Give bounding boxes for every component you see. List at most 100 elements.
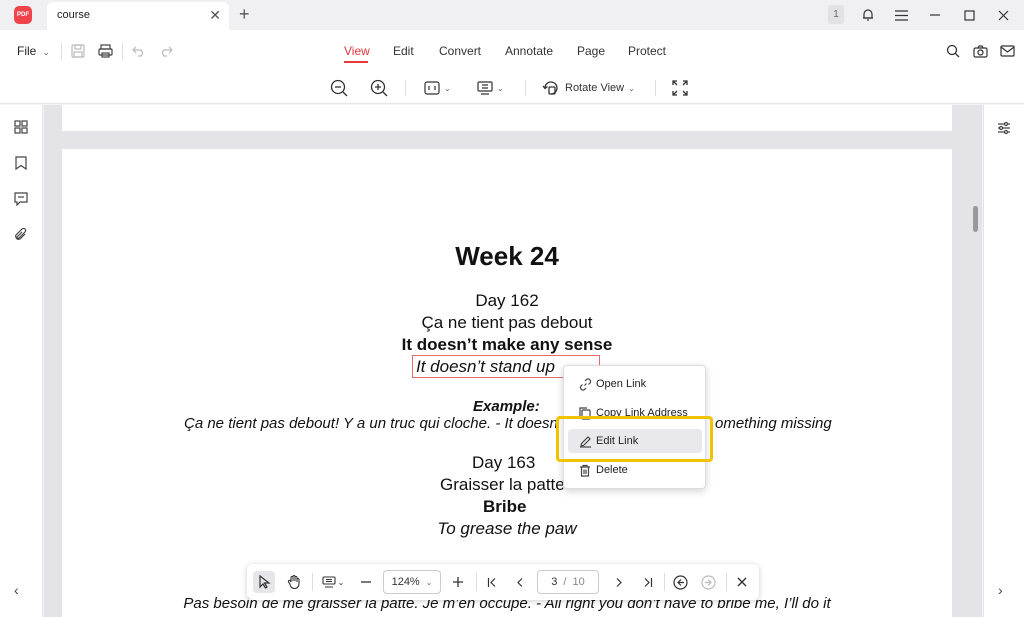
zoom-out-button[interactable]	[355, 571, 377, 593]
rotate-view-dropdown[interactable]: Rotate View ⌄	[542, 77, 635, 99]
next-page-icon[interactable]	[607, 571, 629, 593]
rotate-view-label: Rotate View	[565, 82, 625, 94]
first-page-icon[interactable]	[481, 571, 503, 593]
page-separator: /	[563, 576, 567, 588]
french-phrase: Graisser la patte	[440, 475, 565, 494]
divider	[726, 573, 727, 591]
open-link-menu-item[interactable]: Open Link	[568, 372, 702, 396]
tab-page[interactable]: Page	[577, 44, 605, 58]
fullscreen-icon[interactable]	[671, 77, 689, 99]
chevron-down-icon: ⌄	[444, 83, 451, 93]
tab-title: course	[57, 9, 91, 21]
phrase-meaning: Bribe	[483, 497, 527, 516]
bookmark-icon[interactable]	[12, 154, 30, 172]
print-icon[interactable]	[95, 41, 115, 61]
right-sidebar: ›	[983, 105, 1024, 617]
new-tab-button[interactable]: +	[239, 4, 250, 24]
redo-icon[interactable]	[156, 41, 176, 61]
maximize-icon[interactable]	[959, 5, 979, 25]
app-logo-icon: PDF	[14, 6, 32, 24]
previous-page	[62, 105, 952, 131]
delete-label: Delete	[596, 464, 628, 476]
attachment-icon[interactable]	[12, 226, 30, 244]
chevron-down-icon: ⌄	[497, 83, 504, 93]
file-menu-label: File	[17, 44, 37, 58]
link-icon	[578, 377, 592, 391]
literal-translation: To grease the paw	[437, 519, 577, 538]
vertical-scrollbar[interactable]	[970, 105, 982, 617]
divider	[312, 573, 313, 591]
properties-sliders-icon[interactable]	[995, 119, 1013, 137]
example-sentence-left: Ça ne tient pas debout! Y a un truc qui …	[184, 415, 558, 432]
close-tab-icon[interactable]: ✕	[209, 7, 221, 23]
title-bar: PDF course ✕ + 1	[0, 0, 1024, 30]
divider	[655, 80, 656, 96]
tab-annotate[interactable]: Annotate	[505, 44, 553, 58]
bottom-toolbar: ⌄ 124% ⌄ 3 / 10	[247, 564, 759, 600]
divider	[664, 573, 665, 591]
hand-pan-icon[interactable]	[283, 571, 305, 593]
page-number-input[interactable]: 3 / 10	[537, 570, 599, 594]
divider	[525, 80, 526, 96]
select-cursor-icon[interactable]	[253, 571, 275, 593]
trash-icon	[578, 463, 592, 477]
document-viewport[interactable]: Week 24 Day 162 Ça ne tient pas debout I…	[44, 105, 982, 617]
notification-count-badge[interactable]: 1	[828, 5, 844, 24]
open-link-label: Open Link	[596, 378, 647, 390]
close-toolbar-icon[interactable]	[731, 571, 753, 593]
chevron-down-icon: ⌄	[628, 83, 635, 93]
left-sidebar: ‹	[0, 105, 43, 617]
day-label: Day 162	[475, 291, 539, 310]
tab-convert[interactable]: Convert	[439, 44, 481, 58]
rotate-icon	[542, 81, 558, 95]
divider	[476, 573, 477, 591]
phrase-meaning: It doesn’t make any sense	[401, 335, 613, 354]
zoom-level-dropdown[interactable]: 124% ⌄	[383, 570, 441, 594]
divider	[405, 80, 406, 96]
page-display-dropdown[interactable]: ⌄	[477, 77, 504, 99]
previous-page-icon[interactable]	[509, 571, 531, 593]
expand-right-icon[interactable]: ›	[998, 582, 1003, 598]
file-menu-button[interactable]: File ⌄	[17, 44, 50, 58]
comment-icon[interactable]	[12, 190, 30, 208]
example-sentence-right: omething missing	[715, 415, 832, 432]
tab-protect[interactable]: Protect	[628, 44, 666, 58]
search-icon[interactable]	[943, 41, 963, 61]
zoom-out-icon[interactable]	[330, 77, 348, 99]
tab-view[interactable]: View	[344, 44, 370, 58]
tab-edit[interactable]: Edit	[393, 44, 414, 58]
page-display-dropdown[interactable]: ⌄	[319, 571, 347, 593]
camera-icon[interactable]	[970, 41, 990, 61]
zoom-in-button[interactable]	[447, 571, 469, 593]
thumbnails-icon[interactable]	[12, 118, 30, 136]
divider	[61, 43, 62, 59]
hamburger-menu-icon[interactable]	[891, 5, 911, 25]
document-tab[interactable]: course ✕	[47, 2, 229, 30]
chevron-down-icon: ⌄	[425, 577, 433, 587]
example-label: Example:	[473, 398, 540, 415]
forward-view-icon[interactable]	[697, 571, 719, 593]
active-tab-indicator	[344, 61, 368, 63]
total-pages-value: 10	[572, 576, 585, 588]
chevron-down-icon: ⌄	[42, 47, 50, 57]
scrollbar-thumb[interactable]	[973, 206, 978, 232]
undo-icon[interactable]	[129, 41, 149, 61]
last-page-icon[interactable]	[636, 571, 658, 593]
view-toolbar: ⌄ ⌄ Rotate View ⌄	[0, 72, 1024, 104]
collapse-left-icon[interactable]: ‹	[14, 582, 19, 598]
zoom-level-value: 124%	[391, 576, 420, 588]
zoom-in-icon[interactable]	[370, 77, 388, 99]
close-window-icon[interactable]	[993, 5, 1013, 25]
current-page-value: 3	[551, 576, 558, 588]
minimize-icon[interactable]	[925, 5, 945, 25]
divider	[122, 43, 123, 59]
back-view-icon[interactable]	[669, 571, 691, 593]
document-page: Week 24 Day 162 Ça ne tient pas debout I…	[62, 149, 952, 617]
chevron-down-icon: ⌄	[337, 577, 345, 587]
page-fit-dropdown[interactable]: ⌄	[424, 77, 451, 99]
french-phrase: Ça ne tient pas debout	[421, 313, 593, 332]
bell-icon[interactable]	[858, 5, 878, 25]
menu-bar: File ⌄ View Edit Convert Annotate Page Pr…	[0, 30, 1024, 72]
mail-icon[interactable]	[997, 41, 1017, 61]
save-icon[interactable]	[68, 41, 88, 61]
